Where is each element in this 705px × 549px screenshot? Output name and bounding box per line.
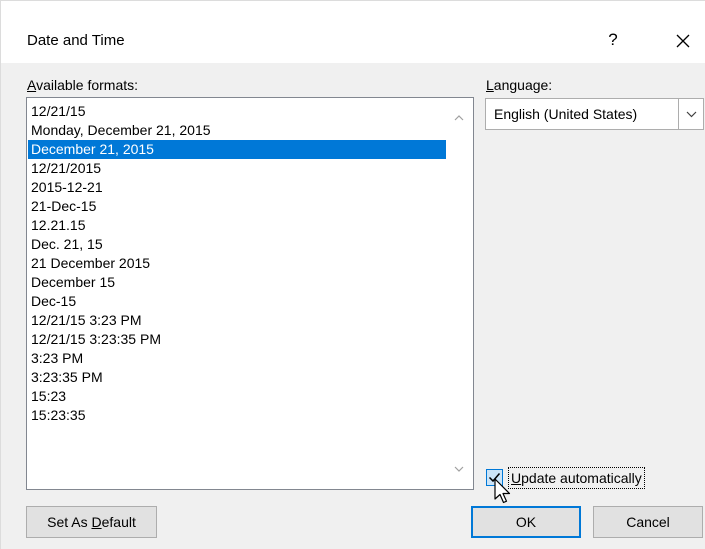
format-list-item[interactable]: December 15 <box>28 273 446 292</box>
format-list-items: 12/21/15 Monday, December 21, 2015 Decembe… <box>28 102 446 425</box>
available-formats-label: Available formats: <box>27 77 138 93</box>
format-list-item[interactable]: 21 December 2015 <box>28 254 446 273</box>
set-as-default-button[interactable]: Set As Default <box>26 506 157 538</box>
available-formats-accel: A <box>27 77 37 93</box>
format-list-item[interactable]: 3:23 PM <box>28 349 446 368</box>
cancel-button[interactable]: Cancel <box>593 506 703 538</box>
format-list-item[interactable]: 12/21/15 3:23 PM <box>28 311 446 330</box>
language-select[interactable]: English (United States) <box>485 98 704 130</box>
chevron-up-icon <box>454 115 464 121</box>
chevron-down-icon <box>454 466 464 472</box>
format-list-item[interactable]: 12.21.15 <box>28 216 446 235</box>
language-dropdown-button[interactable] <box>678 99 703 129</box>
update-label-text: pdate automatically <box>521 470 642 486</box>
available-formats-list[interactable]: 12/21/15 Monday, December 21, 2015 Decembe… <box>26 97 474 490</box>
format-list-item[interactable]: 12/21/15 3:23:35 PM <box>28 330 446 349</box>
format-list-item[interactable]: 15:23 <box>28 387 446 406</box>
format-list-item[interactable]: 2015-12-21 <box>28 178 446 197</box>
set-default-text-prefix: Set As <box>47 514 92 530</box>
vertical-scrollbar[interactable] <box>446 99 472 488</box>
set-default-accel: D <box>91 514 102 530</box>
update-automatically-row[interactable]: Update automatically <box>486 466 678 490</box>
title-bar: Date and Time ? <box>1 1 705 63</box>
scroll-up-button[interactable] <box>446 107 472 129</box>
format-list-item[interactable]: Dec. 21, 15 <box>28 235 446 254</box>
language-accel: L <box>486 77 494 93</box>
set-default-text-rest: efault <box>101 514 136 530</box>
format-list-item[interactable]: December 21, 2015 <box>28 140 446 159</box>
format-list-item[interactable]: Dec-15 <box>28 292 446 311</box>
update-automatically-label[interactable]: Update automatically <box>508 467 645 489</box>
format-list-item[interactable]: Monday, December 21, 2015 <box>28 121 446 140</box>
mouse-cursor-icon <box>494 478 511 504</box>
format-list-item[interactable]: 3:23:35 PM <box>28 368 446 387</box>
close-button[interactable] <box>669 25 697 55</box>
scroll-down-button[interactable] <box>446 458 472 480</box>
format-list-item[interactable]: 15:23:35 <box>28 406 446 425</box>
available-formats-label-text: vailable formats: <box>36 77 139 93</box>
language-label-text: anguage: <box>493 77 553 93</box>
language-select-value: English (United States) <box>494 106 638 122</box>
language-label: Language: <box>486 77 552 93</box>
dialog-title: Date and Time <box>27 32 125 49</box>
format-list-item[interactable]: 21-Dec-15 <box>28 197 446 216</box>
help-button[interactable]: ? <box>599 25 627 55</box>
format-list-item[interactable]: 12/21/2015 <box>28 159 446 178</box>
chevron-down-icon <box>686 111 696 117</box>
ok-button[interactable]: OK <box>471 506 581 538</box>
date-time-dialog: Date and Time ? Available formats: 12/21… <box>0 0 705 549</box>
close-icon <box>676 34 690 48</box>
format-list-item[interactable]: 12/21/15 <box>28 102 446 121</box>
